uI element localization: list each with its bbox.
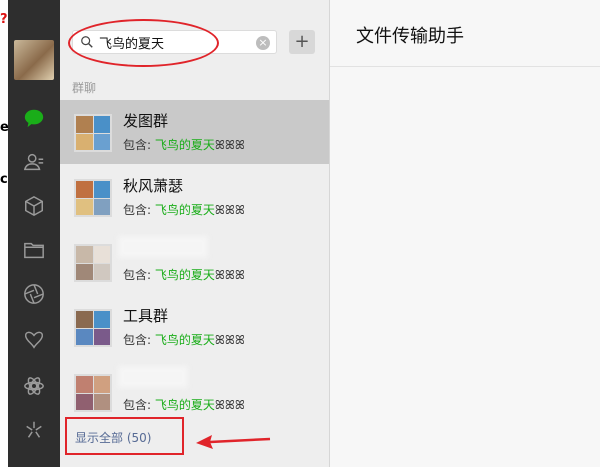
group-name: 发图群 (123, 112, 169, 130)
group-avatar (74, 374, 112, 412)
favorites-cube-icon[interactable] (22, 194, 46, 218)
folder-icon[interactable] (22, 238, 46, 262)
clear-search-button[interactable]: × (256, 36, 270, 50)
member-match: 包含: 飞鸟的夏天ꕤꕤꕤ (123, 203, 245, 217)
member-match: 包含: 飞鸟的夏天ꕤꕤꕤ (123, 138, 245, 152)
group-name: 秋风萧瑟 (123, 177, 184, 195)
contacts-icon[interactable] (22, 150, 46, 174)
annotation-arrow (196, 435, 271, 449)
member-match: 包含: 飞鸟的夏天ꕤꕤꕤ (123, 398, 245, 412)
edge-glyph: c (0, 172, 8, 187)
section-label-groups: 群聊 (72, 81, 97, 95)
show-all-label: 显示全部 (50) (75, 431, 152, 445)
sparkle-icon[interactable] (22, 418, 46, 442)
search-input[interactable] (99, 33, 249, 51)
redaction-blur (118, 236, 208, 258)
group-avatar (74, 179, 112, 217)
edge-glyph: ? (0, 12, 8, 27)
chat-pane: 文件传输助手 (330, 0, 600, 467)
chat-icon[interactable] (22, 106, 46, 130)
list-item[interactable]: 包含: 飞鸟的夏天ꕤꕤꕤ (60, 230, 329, 294)
chat-header: 文件传输助手 (330, 0, 600, 67)
show-all-link[interactable]: 显示全部 (50) (65, 417, 184, 455)
user-avatar[interactable] (14, 40, 54, 80)
add-button[interactable]: + (289, 30, 315, 54)
list-item[interactable]: 发图群 包含: 飞鸟的夏天ꕤꕤꕤ (60, 100, 329, 164)
plugin-icon[interactable] (22, 374, 46, 398)
nav-rail (8, 0, 60, 467)
butterfly-icon[interactable] (22, 328, 46, 352)
list-item[interactable]: 包含: 飞鸟的夏天ꕤꕤꕤ (60, 360, 329, 424)
group-avatar (74, 244, 112, 282)
group-avatar (74, 309, 112, 347)
chat-title: 文件传输助手 (356, 26, 464, 47)
search-icon (81, 36, 93, 48)
moments-aperture-icon[interactable] (22, 282, 46, 306)
search-results-panel: × + 群聊 发图群 包含: 飞鸟的夏天ꕤꕤꕤ 秋风萧瑟 包含: 飞鸟的夏天ꕤꕤ… (60, 0, 330, 467)
left-edge-strip: ? e c (0, 0, 9, 467)
group-name: 工具群 (123, 307, 169, 325)
redaction-blur (118, 366, 188, 388)
search-box[interactable]: × (72, 30, 277, 54)
list-item[interactable]: 工具群 包含: 飞鸟的夏天ꕤꕤꕤ (60, 295, 329, 359)
list-item[interactable]: 秋风萧瑟 包含: 飞鸟的夏天ꕤꕤꕤ (60, 165, 329, 229)
member-match: 包含: 飞鸟的夏天ꕤꕤꕤ (123, 268, 245, 282)
group-avatar (74, 114, 112, 152)
member-match: 包含: 飞鸟的夏天ꕤꕤꕤ (123, 333, 245, 347)
